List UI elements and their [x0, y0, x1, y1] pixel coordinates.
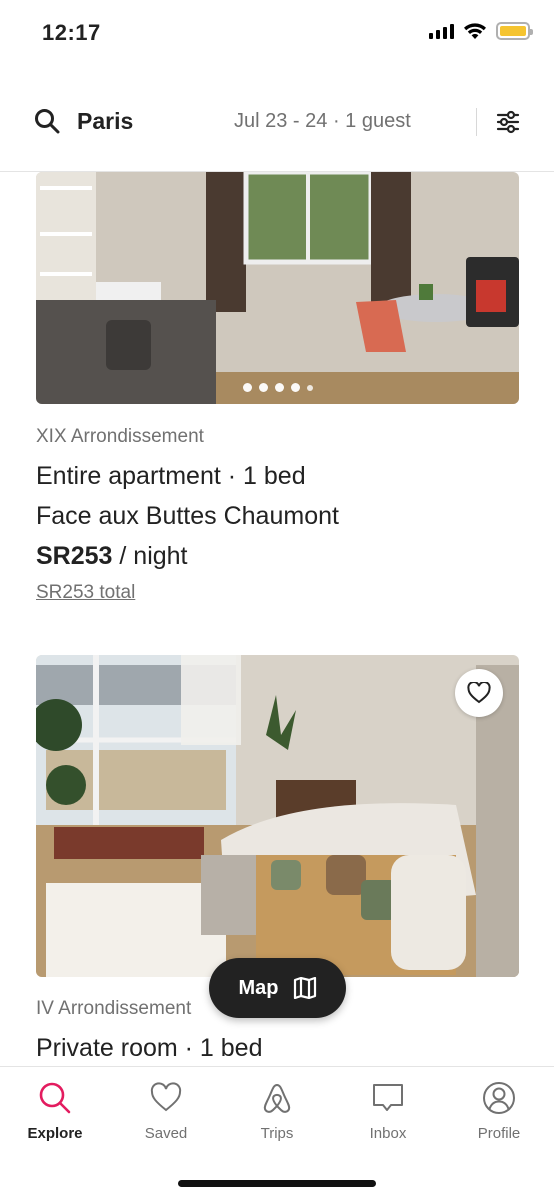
- search-icon[interactable]: [34, 108, 60, 134]
- listing-type: Private room · 1 bed: [36, 1034, 263, 1062]
- tab-profile[interactable]: Profile: [449, 1081, 549, 1142]
- battery-level: [500, 26, 526, 36]
- search-icon: [39, 1082, 71, 1114]
- filter-icon[interactable]: [494, 108, 522, 136]
- map-button[interactable]: Map: [209, 958, 346, 1018]
- search-location[interactable]: Paris: [77, 108, 133, 135]
- search-dates-guests[interactable]: Jul 23 - 24 · 1 guest: [234, 110, 411, 133]
- carousel-dot: [242, 383, 252, 392]
- tab-label: Profile: [477, 1125, 521, 1142]
- listing-title[interactable]: Face aux Buttes Chaumont: [36, 502, 339, 531]
- price-amount: SR253: [36, 542, 113, 570]
- tab-label: Saved: [144, 1125, 188, 1142]
- tab-inbox[interactable]: Inbox: [338, 1081, 438, 1142]
- search-header[interactable]: Paris Jul 23 - 24 · 1 guest: [0, 86, 554, 172]
- airbnb-logo-icon: [263, 1083, 291, 1113]
- profile-icon: [483, 1082, 515, 1114]
- cellular-signal-icon: [429, 23, 454, 39]
- tab-trips[interactable]: Trips: [227, 1081, 327, 1142]
- tab-label: Trips: [260, 1125, 294, 1142]
- listings-feed[interactable]: XIX Arrondissement Entire apartment · 1 …: [0, 172, 554, 1066]
- home-indicator[interactable]: [178, 1180, 376, 1187]
- carousel-dot: [306, 384, 313, 391]
- listing-area: IV Arrondissement: [36, 998, 192, 1019]
- price-unit: / night: [112, 542, 188, 570]
- header-divider: [476, 108, 477, 136]
- listing-type: Entire apartment · 1 bed: [36, 462, 306, 490]
- room-photo-image: [36, 655, 519, 977]
- heart-icon: [150, 1082, 182, 1112]
- save-favorite-button[interactable]: [455, 669, 503, 717]
- listing-photo[interactable]: [36, 172, 519, 404]
- map-icon: [293, 977, 316, 999]
- tab-saved[interactable]: Saved: [116, 1081, 216, 1142]
- heart-icon: [467, 682, 491, 704]
- map-button-label: Map: [238, 976, 279, 999]
- carousel-dot: [258, 383, 268, 392]
- listing-photo[interactable]: [36, 655, 519, 977]
- photo-carousel-dots: [36, 383, 519, 392]
- tab-label: Inbox: [369, 1125, 407, 1142]
- status-time: 12:17: [42, 20, 101, 45]
- message-icon: [373, 1084, 403, 1111]
- carousel-dot: [274, 383, 284, 392]
- listing-total-link[interactable]: SR253 total: [36, 582, 135, 604]
- listing-price: SR253 / night: [36, 542, 188, 571]
- tab-label: Explore: [27, 1125, 83, 1142]
- status-bar: 12:17: [0, 0, 554, 70]
- battery-icon: [496, 22, 533, 40]
- listing-area: XIX Arrondissement: [36, 426, 204, 447]
- status-icons: [429, 22, 533, 40]
- carousel-dot: [290, 383, 300, 392]
- tab-explore[interactable]: Explore: [5, 1081, 105, 1142]
- wifi-icon: [464, 23, 486, 39]
- apartment-photo-image: [36, 172, 519, 404]
